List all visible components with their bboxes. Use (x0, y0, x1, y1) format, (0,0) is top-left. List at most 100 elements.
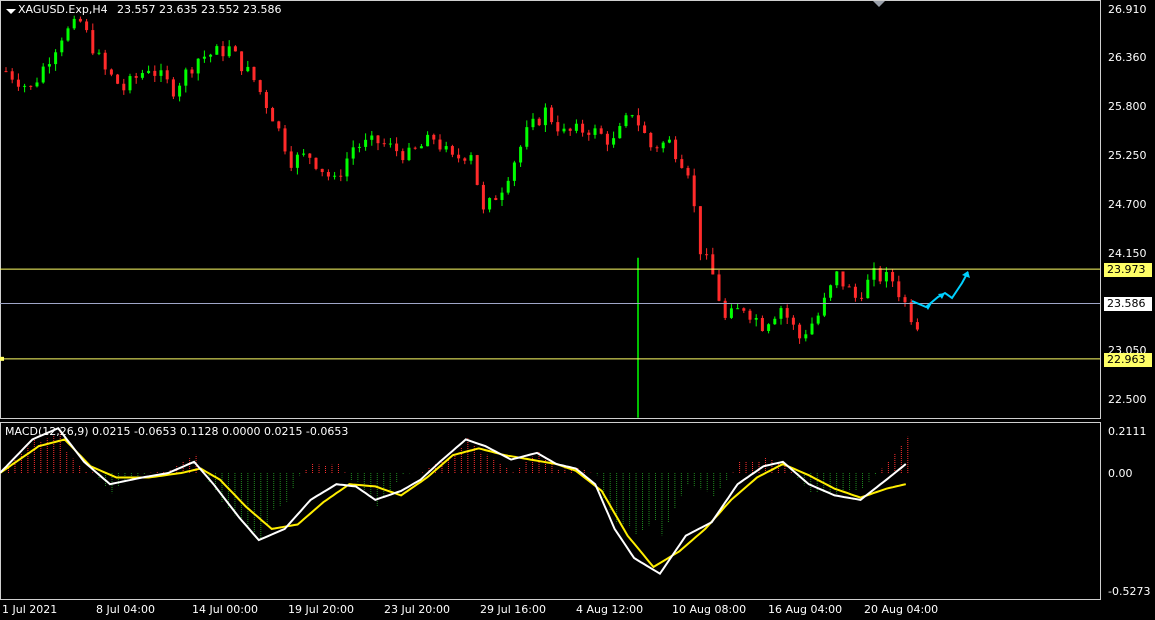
candle-body (178, 85, 182, 97)
candle-body (395, 143, 399, 152)
candle-body (109, 69, 113, 75)
candle-body (314, 157, 318, 169)
candle-body (289, 151, 293, 168)
candle-body (680, 159, 684, 168)
candle-body (283, 128, 287, 152)
candle-body (500, 192, 504, 200)
candle-body (903, 297, 907, 303)
candle-body (153, 70, 157, 76)
candle-body (364, 139, 368, 147)
candle-body (822, 297, 826, 316)
candle-body (345, 158, 349, 177)
candle-body (853, 286, 857, 298)
candle-body (450, 146, 454, 155)
macd-label: MACD(12,26,9) 0.0215 -0.0653 0.1128 0.00… (5, 425, 349, 438)
candle-body (860, 297, 864, 299)
candle-body (779, 308, 783, 319)
candle-body (488, 198, 492, 210)
macd-tick: -0.5273 (1108, 585, 1151, 598)
candle-body (333, 175, 337, 177)
candle-body (444, 146, 448, 150)
candle-body (550, 107, 554, 123)
candle-body (736, 308, 740, 310)
candle-body (754, 317, 758, 320)
candle-body (221, 46, 225, 57)
price-tick: 25.250 (1108, 149, 1147, 162)
candle-body (643, 125, 647, 133)
candle-body (773, 318, 777, 325)
candle-body (351, 147, 355, 159)
candle-body (636, 115, 640, 126)
time-tick: 29 Jul 16:00 (480, 603, 546, 616)
candle-body (618, 126, 622, 139)
candle-body (370, 135, 374, 140)
candle-body (481, 184, 485, 210)
candle-body (593, 128, 597, 135)
candle-body (202, 56, 206, 59)
ohlc-readout: 23.557 23.635 23.552 23.586 (117, 3, 282, 16)
candle-body (140, 73, 144, 78)
candle-body (426, 134, 430, 147)
candle-body (506, 180, 510, 193)
candle-body (884, 272, 888, 282)
candle-body (209, 54, 213, 57)
candle-body (308, 153, 312, 158)
price-tick: 24.700 (1108, 198, 1147, 211)
time-tick: 4 Aug 12:00 (576, 603, 644, 616)
candle-body (413, 147, 417, 149)
candle-body (190, 69, 194, 74)
candle-body (866, 279, 870, 299)
candle-body (16, 79, 20, 87)
candle-body (717, 274, 721, 301)
candle-body (816, 315, 820, 324)
candle-body (295, 154, 299, 168)
macd-signal-line (0, 438, 907, 569)
time-tick: 23 Jul 20:00 (384, 603, 450, 616)
candle-body (10, 71, 14, 80)
candle-body (791, 317, 795, 325)
candle-body (674, 139, 678, 160)
candle-body (519, 146, 523, 163)
candle-body (252, 66, 256, 81)
candle-body (407, 147, 411, 161)
candle-body (605, 133, 609, 145)
candle-body (196, 58, 200, 74)
time-tick: 16 Aug 04:00 (768, 603, 843, 616)
candle-body (66, 28, 70, 41)
candle-body (116, 74, 120, 84)
candle-body (581, 123, 585, 133)
candle-body (97, 52, 101, 54)
candle-body (264, 92, 268, 109)
candle-body (872, 268, 876, 280)
candle-body (339, 175, 343, 177)
price-tick: 22.500 (1108, 393, 1147, 406)
support-level-badge: 22.963 (1104, 353, 1152, 367)
time-tick: 14 Jul 00:00 (192, 603, 258, 616)
candle-body (655, 147, 659, 149)
candle-body (103, 52, 107, 70)
candle-body (748, 310, 752, 320)
candle-body (165, 70, 169, 80)
candle-body (729, 308, 733, 318)
candle-body (419, 146, 423, 149)
candle-body (798, 324, 802, 339)
candle-body (357, 146, 361, 148)
candle-body (60, 40, 64, 53)
candle-body (494, 198, 498, 200)
candle-body (233, 46, 237, 52)
candle-body (915, 322, 919, 330)
candle-body (47, 64, 51, 67)
price-tick: 24.150 (1108, 247, 1147, 260)
candle-body (624, 115, 628, 127)
candle-body (847, 286, 851, 288)
candle-body (705, 254, 709, 256)
candle-body (376, 135, 380, 144)
candle-body (41, 66, 45, 83)
candle-body (599, 128, 603, 134)
time-tick: 10 Aug 08:00 (672, 603, 747, 616)
collapse-triangle-icon[interactable] (6, 9, 16, 14)
candle-body (134, 76, 138, 78)
candle-body (909, 302, 913, 323)
candle-body (686, 167, 690, 176)
candle-body (667, 139, 671, 143)
